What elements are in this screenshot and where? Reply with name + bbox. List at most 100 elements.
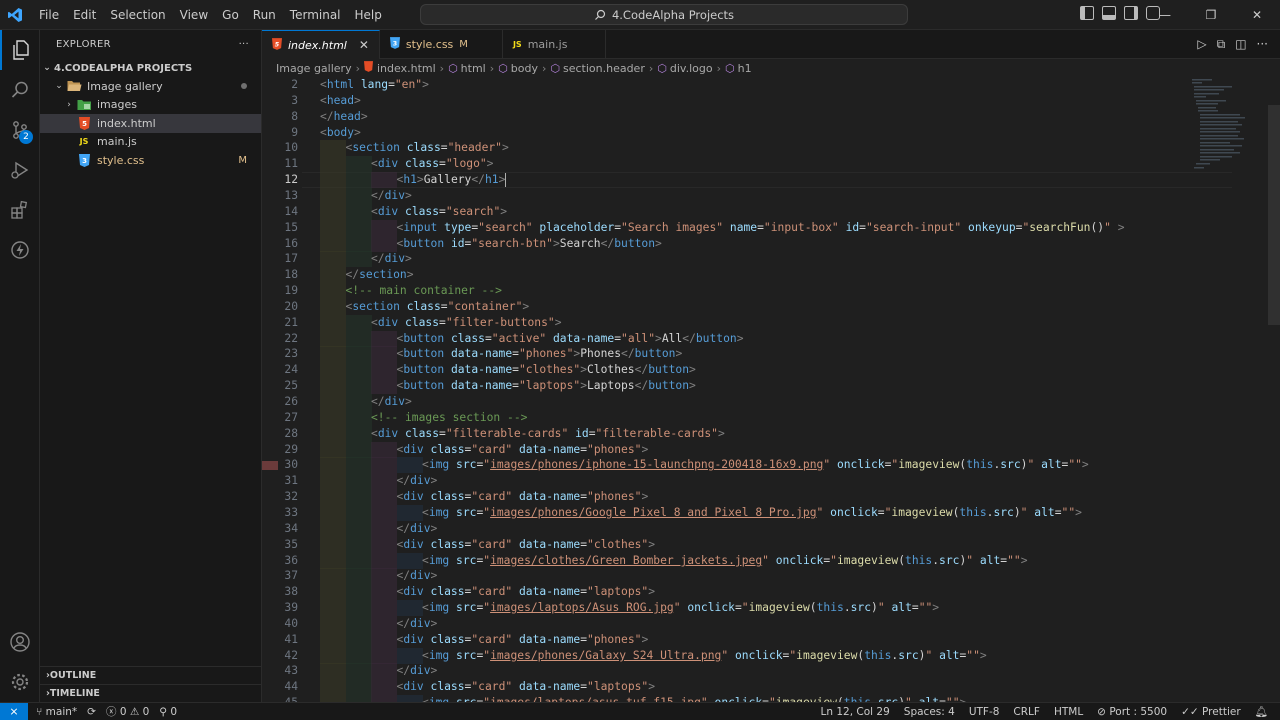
code-line[interactable]: 16 <button id="search-btn">Search</button… <box>262 236 1280 252</box>
split-editor-icon[interactable]: ◫ <box>1235 37 1246 52</box>
settings-icon[interactable] <box>0 662 40 702</box>
menu-terminal[interactable]: Terminal <box>283 0 348 30</box>
tree-item-main-js[interactable]: JS main.js <box>40 133 261 152</box>
indentation[interactable]: Spaces: 4 <box>904 706 955 718</box>
notifications-bell-icon[interactable]: 🔔︎ <box>1255 705 1268 718</box>
tab-main-js[interactable]: JS main.js <box>503 30 607 59</box>
menu-view[interactable]: View <box>173 0 215 30</box>
tab-index-html[interactable]: 5 index.html ✕ <box>262 30 380 59</box>
code-line[interactable]: 28 <div class="filterable-cards" id="filt… <box>262 426 1280 442</box>
line-endings[interactable]: CRLF <box>1013 706 1040 718</box>
code-line[interactable]: 41 <div class="card" data-name="phones"> <box>262 632 1280 648</box>
menu-go[interactable]: Go <box>215 0 246 30</box>
timeline-section[interactable]: › TIMELINE <box>40 684 261 702</box>
menu-selection[interactable]: Selection <box>103 0 172 30</box>
code-line[interactable]: 24 <button data-name="clothes">Clothes</b… <box>262 362 1280 378</box>
close-tab-icon[interactable]: ✕ <box>359 38 369 52</box>
tree-item-index-html[interactable]: 5 index.html <box>40 114 261 133</box>
close-window-icon[interactable]: ✕ <box>1234 0 1280 30</box>
more-actions-icon[interactable]: ··· <box>1257 37 1268 52</box>
code-line[interactable]: 39 <img src="images/laptops/Asus ROG.jpg"… <box>262 600 1280 616</box>
code-line[interactable]: 45 <img src="images/laptops/asus-tuf-f15.… <box>262 695 1280 702</box>
code-line[interactable]: 30 <img src="images/phones/iphone-15-laun… <box>262 457 1280 473</box>
breadcrumb-item[interactable]: Image gallery <box>276 62 352 75</box>
sync-icon[interactable]: ⟳ <box>87 706 96 718</box>
breadcrumb-item[interactable]: html <box>461 62 486 75</box>
explorer-icon[interactable] <box>0 30 40 70</box>
code-line[interactable]: 31 </div> <box>262 473 1280 489</box>
code-line[interactable]: 40 </div> <box>262 616 1280 632</box>
more-actions-icon[interactable]: ··· <box>239 39 249 50</box>
account-icon[interactable] <box>0 622 40 662</box>
menu-file[interactable]: File <box>32 0 66 30</box>
code-line[interactable]: 19 <!-- main container --> <box>262 283 1280 299</box>
run-debug-icon[interactable] <box>0 150 40 190</box>
remote-indicator-icon[interactable]: ⨯ <box>0 702 28 720</box>
code-line[interactable]: 38 <div class="card" data-name="laptops"> <box>262 584 1280 600</box>
code-line[interactable]: 11 <div class="logo"> <box>262 156 1280 172</box>
tree-item-style-css[interactable]: 3 style.css M <box>40 151 261 170</box>
tab-style-css[interactable]: 3 style.css M <box>380 30 503 59</box>
thunder-client-icon[interactable] <box>0 230 40 270</box>
extensions-icon[interactable] <box>0 190 40 230</box>
toggle-secondary-sidebar-icon[interactable] <box>1124 6 1138 20</box>
menu-help[interactable]: Help <box>348 0 389 30</box>
code-line[interactable]: 2 <html lang="en"> <box>262 77 1280 93</box>
code-line[interactable]: 21 <div class="filter-buttons"> <box>262 315 1280 331</box>
code-line[interactable]: 35 <div class="card" data-name="clothes"> <box>262 537 1280 553</box>
breadcrumb-item[interactable]: h1 <box>738 62 752 75</box>
code-line[interactable]: 8 </head> <box>262 109 1280 125</box>
code-line[interactable]: 22 <button class="active" data-name="all"… <box>262 331 1280 347</box>
problems-indicator[interactable]: ⓧ 0 ⚠ 0 <box>106 704 149 719</box>
breadcrumb-item[interactable]: index.html <box>377 62 436 75</box>
code-line[interactable]: 32 <div class="card" data-name="phones"> <box>262 489 1280 505</box>
code-line[interactable]: 26 </div> <box>262 394 1280 410</box>
source-control-icon[interactable]: 2 <box>0 110 40 150</box>
run-icon[interactable]: ▷ <box>1197 37 1206 52</box>
editor-scrollbar[interactable] <box>1268 105 1280 325</box>
code-line[interactable]: 43 </div> <box>262 663 1280 679</box>
code-line[interactable]: 34 </div> <box>262 521 1280 537</box>
code-line[interactable]: 44 <div class="card" data-name="laptops"> <box>262 679 1280 695</box>
outline-section[interactable]: › OUTLINE <box>40 666 261 684</box>
code-line[interactable]: 3 <head> <box>262 93 1280 109</box>
breadcrumb-item[interactable]: section.header <box>563 62 645 75</box>
toggle-panel-icon[interactable] <box>1102 6 1116 20</box>
encoding[interactable]: UTF-8 <box>969 706 1000 718</box>
tree-item-image-gallery[interactable]: ⌄ Image gallery <box>40 77 261 96</box>
ports-indicator[interactable]: ⚲ 0 <box>159 706 177 718</box>
code-line[interactable]: 14 <div class="search"> <box>262 204 1280 220</box>
minimap[interactable] <box>1190 77 1270 187</box>
code-line[interactable]: 36 <img src="images/clothes/Green Bomber … <box>262 553 1280 569</box>
code-line[interactable]: 15 <input type="search" placeholder="Sear… <box>262 220 1280 236</box>
maximize-icon[interactable]: ❐ <box>1188 0 1234 30</box>
workspace-root[interactable]: ⌄ 4.CODEALPHA PROJECTS <box>40 59 261 78</box>
menu-run[interactable]: Run <box>246 0 283 30</box>
code-line[interactable]: 18 </section> <box>262 267 1280 283</box>
code-line[interactable]: 9 <body> <box>262 125 1280 141</box>
search-icon[interactable] <box>0 70 40 110</box>
code-line[interactable]: 13 </div> <box>262 188 1280 204</box>
open-preview-icon[interactable]: ⧉ <box>1217 37 1226 52</box>
cursor-position[interactable]: Ln 12, Col 29 <box>821 706 890 718</box>
code-line[interactable]: 17 </div> <box>262 251 1280 267</box>
code-line[interactable]: 33 <img src="images/phones/Google Pixel 8… <box>262 505 1280 521</box>
breadcrumb-item[interactable]: div.logo <box>670 62 713 75</box>
minimize-icon[interactable]: — <box>1142 0 1188 30</box>
branch-indicator[interactable]: ⑂ main* <box>36 706 77 718</box>
language-mode[interactable]: HTML <box>1054 706 1083 718</box>
code-line[interactable]: 42 <img src="images/phones/Galaxy S24 Ult… <box>262 648 1280 664</box>
menu-edit[interactable]: Edit <box>66 0 103 30</box>
code-line[interactable]: 23 <button data-name="phones">Phones</but… <box>262 346 1280 362</box>
prettier-status[interactable]: ✓✓ Prettier <box>1181 706 1241 718</box>
tree-item-images[interactable]: › images <box>40 96 261 115</box>
code-line[interactable]: 29 <div class="card" data-name="phones"> <box>262 442 1280 458</box>
code-line[interactable]: 20 <section class="container"> <box>262 299 1280 315</box>
breadcrumb-item[interactable]: body <box>511 62 538 75</box>
code-line[interactable]: 25 <button data-name="laptops">Laptops</b… <box>262 378 1280 394</box>
code-line[interactable]: 37 </div> <box>262 568 1280 584</box>
toggle-primary-sidebar-icon[interactable] <box>1080 6 1094 20</box>
code-line[interactable]: 27 <!-- images section --> <box>262 410 1280 426</box>
code-line[interactable]: 10 <section class="header"> <box>262 140 1280 156</box>
live-server-port[interactable]: ⊘ Port : 5500 <box>1097 706 1167 718</box>
